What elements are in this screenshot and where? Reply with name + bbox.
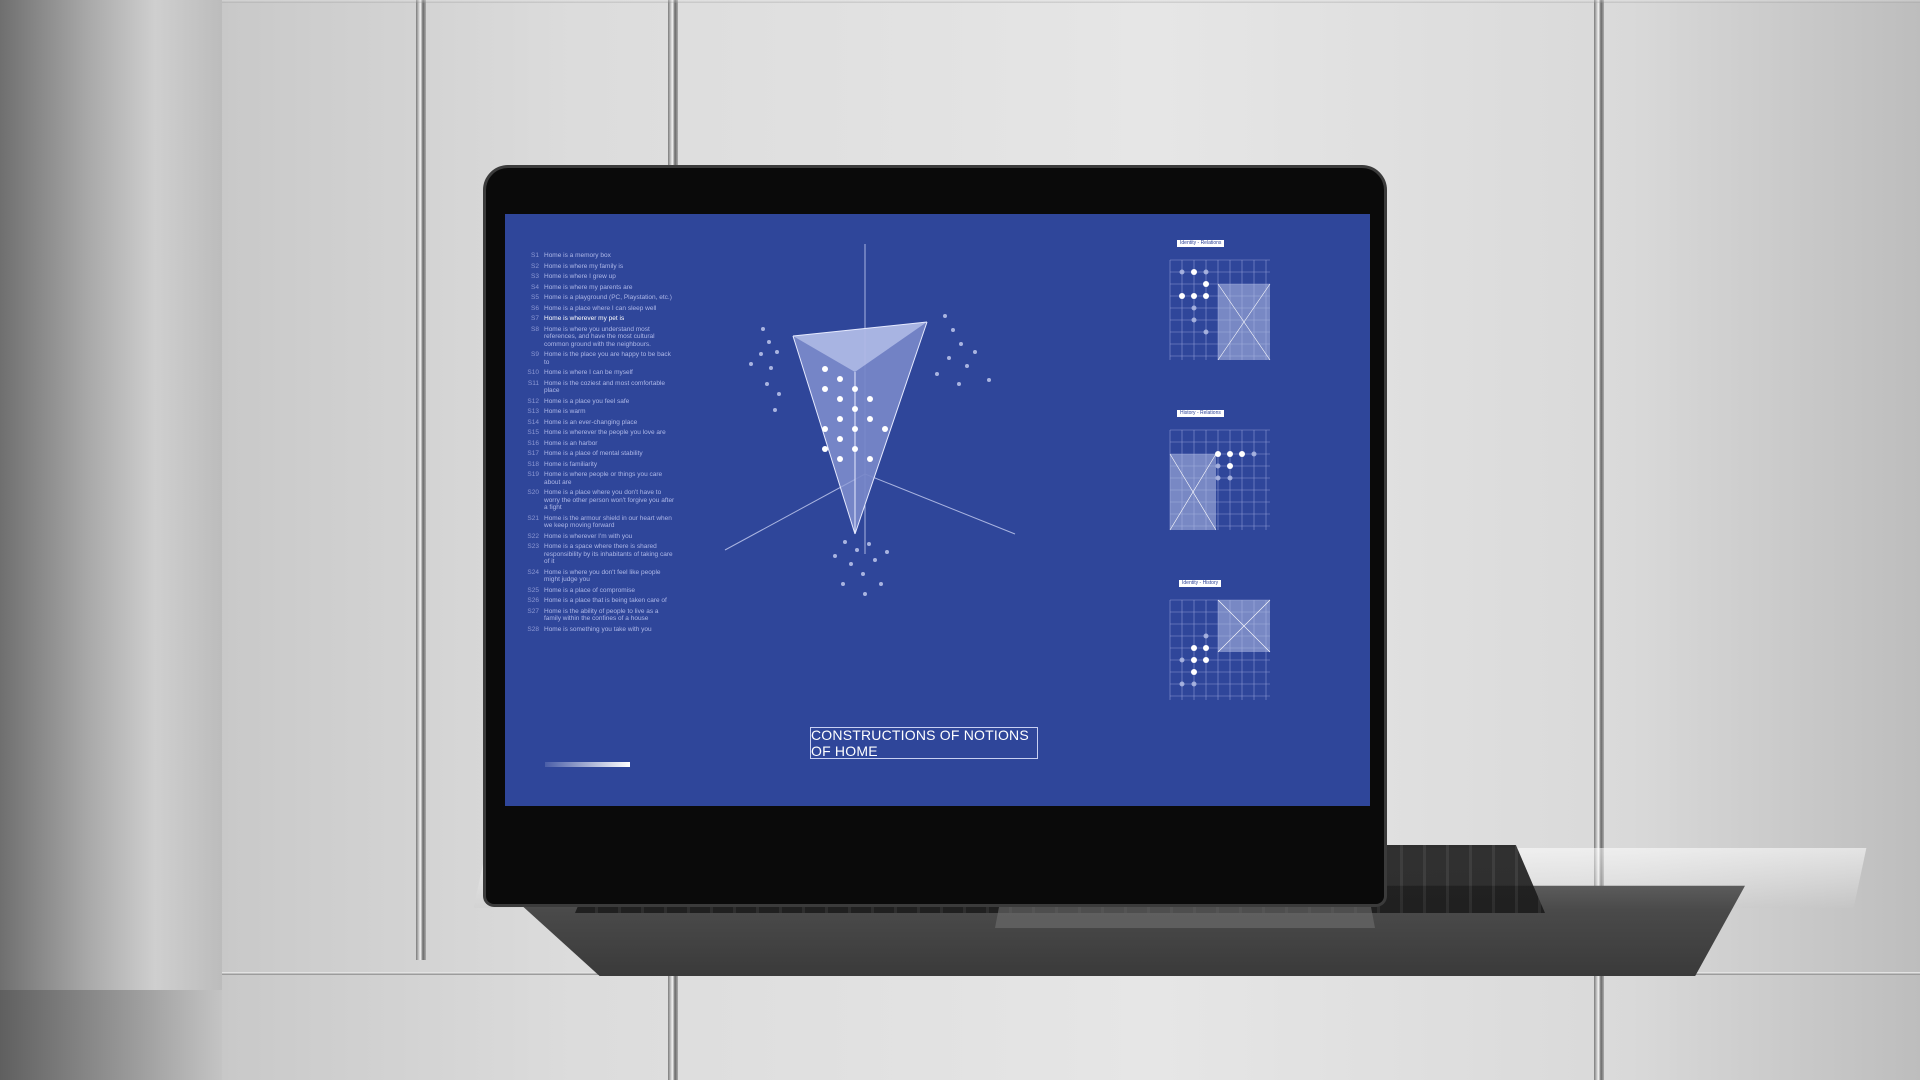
- statement-item: S27 Home is the ability of people to live…: [527, 607, 659, 623]
- statement-item: S22 Home is wherever I'm with you: [527, 532, 633, 540]
- statement-item: S2 Home is where my family is: [531, 262, 624, 270]
- statement-item: S15 Home is wherever the people you love …: [527, 429, 666, 436]
- statement-item: S12 Home is a place you feel safe: [527, 397, 630, 405]
- statement-item: S17 Home is a place of mental stability: [527, 450, 643, 457]
- photo-scene: S1 Home is a memory box S2 Home is where m…: [0, 0, 1920, 1080]
- right-axis: [864, 473, 1016, 535]
- statement-item: S10 Home is where I can be myself: [527, 369, 633, 376]
- panel-identity-relations: [1169, 259, 1271, 361]
- panel-title: Identity - History: [1179, 580, 1222, 587]
- statement-item: S25 Home is a place of compromise: [527, 586, 636, 594]
- statement-item: S16 Home is an harbor: [527, 439, 598, 447]
- statement-item: S8 Home is where you understand most refe…: [531, 325, 655, 348]
- statement-item: S5 Home is a playground (PC, Playstation,…: [531, 294, 672, 301]
- statement-item: S20 Home is a place where you don't have …: [527, 489, 675, 511]
- statement-item: S6 Home is a place where I can sleep well: [531, 304, 657, 312]
- statement-item: S28 Home is something you take with you: [527, 625, 652, 633]
- panel-title: History - Relations: [1177, 410, 1224, 417]
- statement-item: S19 Home is where people or things you ca…: [527, 471, 663, 486]
- statement-item: S14 Home is an ever-changing place: [527, 418, 638, 426]
- statement-item: S13 Home is warm: [527, 408, 586, 415]
- panel-history-relations: [1169, 429, 1270, 531]
- panel-identity-history: [1169, 599, 1271, 700]
- shelf-edge: [222, 0, 1920, 3]
- panel-title: Identity - Relations: [1177, 240, 1225, 247]
- statement-item: S11 Home is the coziest and most comforta…: [527, 379, 666, 395]
- laptop-screen: S1 Home is a memory box S2 Home is where m…: [505, 214, 1370, 806]
- statement-item: S18 Home is familiarity: [527, 460, 598, 468]
- metal-block-left-lower: [0, 990, 222, 1080]
- statement-item: S24 Home is where you don't feel like peo…: [527, 568, 661, 584]
- shelf-pole: [416, 0, 426, 960]
- statement-item: S4 Home is where my parents are: [531, 283, 633, 291]
- statement-item: S23 Home is a space where there is shared…: [527, 543, 673, 565]
- statement-list: S1 Home is a memory box S2 Home is where m…: [527, 252, 677, 636]
- statement-item-highlighted: S7 Home is wherever my pet is: [531, 315, 625, 322]
- statement-item: S3 Home is where I grew up: [531, 273, 616, 280]
- page-title: CONSTRUCTIONS OF NOTIONS OF HOME: [810, 727, 1038, 759]
- statement-item: S21 Home is the armour shield in our hear…: [527, 514, 672, 530]
- metal-block-left: [0, 0, 222, 1080]
- pyramid-visualization: [724, 244, 1016, 596]
- statement-item: S26 Home is a place that is being taken c…: [527, 597, 667, 604]
- statement-item: S1 Home is a memory box: [531, 252, 611, 259]
- color-legend-bar: [545, 762, 630, 767]
- statement-item: S9 Home is the place you are happy to be …: [531, 351, 671, 366]
